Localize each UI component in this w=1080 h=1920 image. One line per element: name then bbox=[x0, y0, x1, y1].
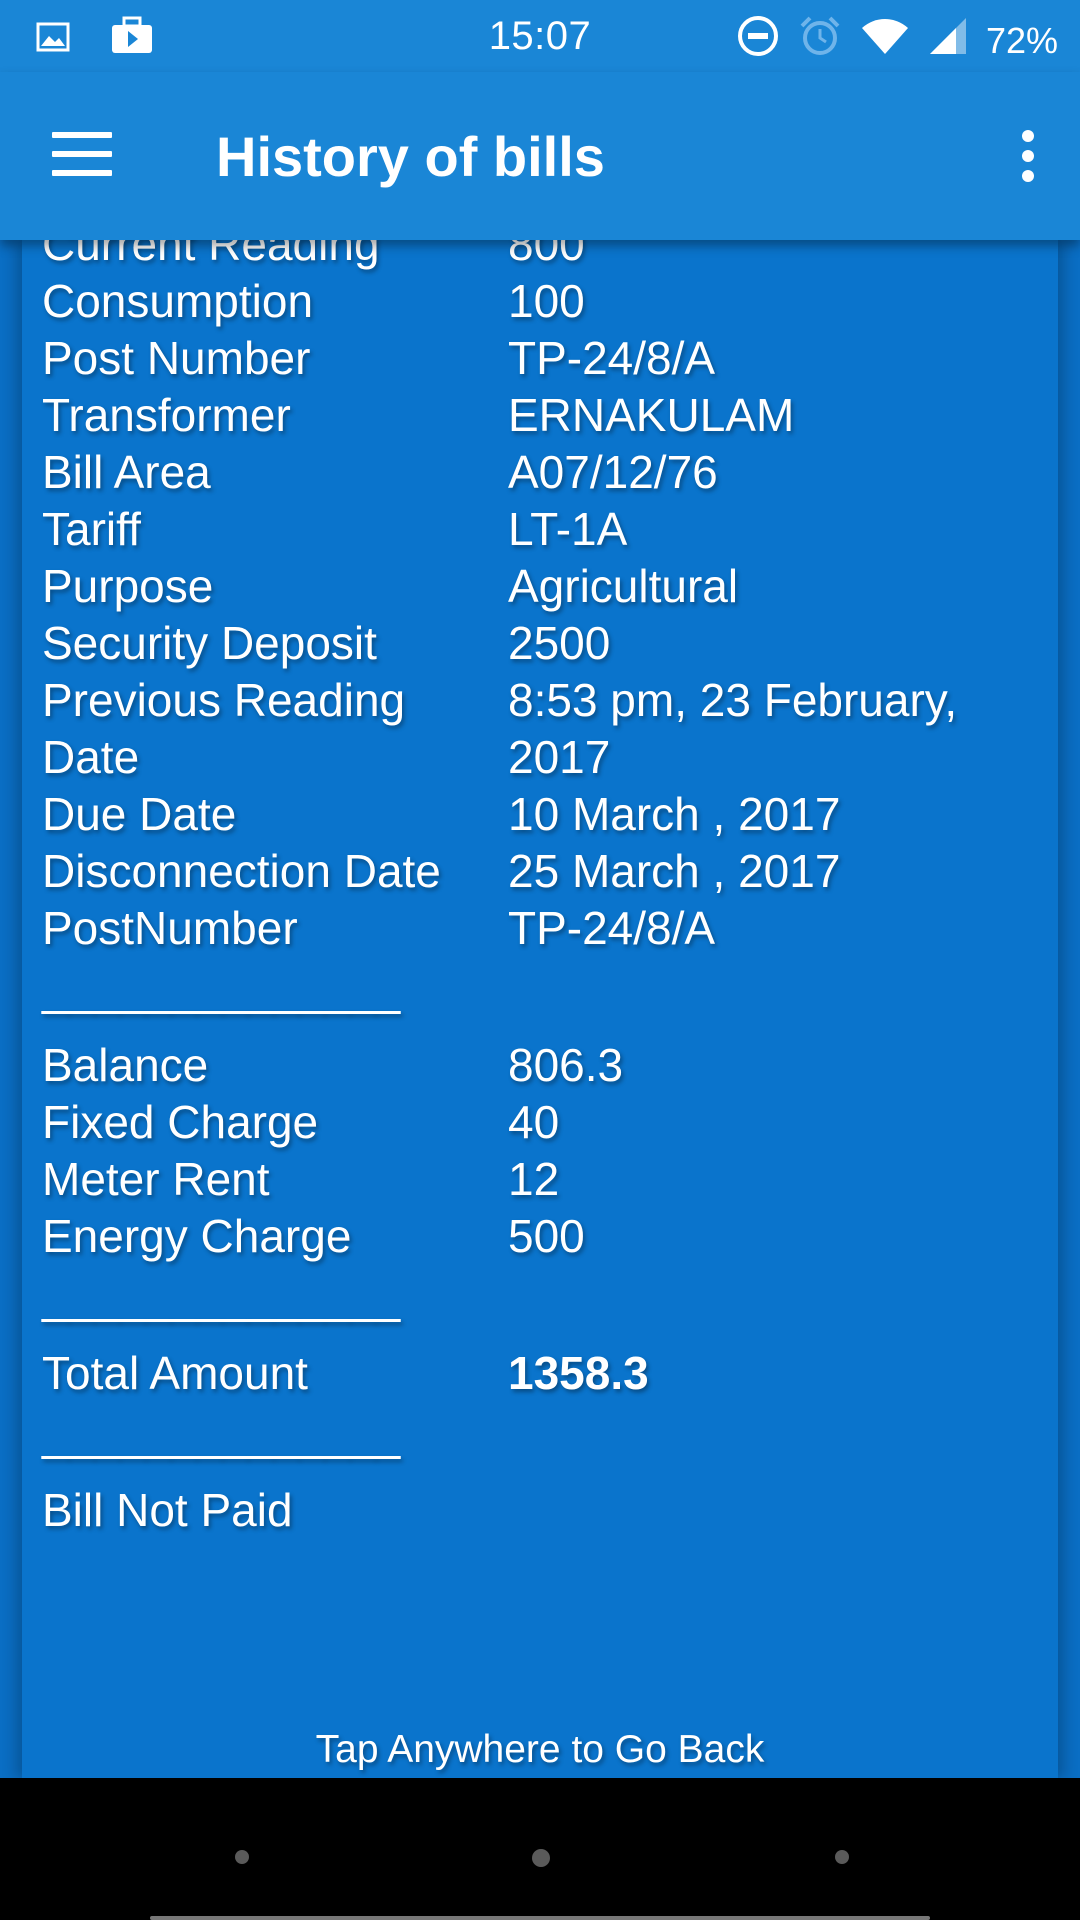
detail-value: LT-1A bbox=[508, 503, 628, 555]
separator-line: ______________ bbox=[42, 1271, 401, 1323]
detail-row-consumption: Consumption 100 bbox=[42, 273, 1042, 330]
charge-row-energy-charge: Energy Charge 500 bbox=[42, 1208, 1042, 1265]
charge-value: 12 bbox=[508, 1153, 560, 1205]
detail-label: Previous Reading Date bbox=[42, 674, 406, 783]
page-title: History of bills bbox=[216, 125, 605, 188]
detail-label: Bill Area bbox=[42, 446, 211, 498]
app-bar: History of bills bbox=[0, 72, 1080, 240]
detail-value: 10 March , 2017 bbox=[508, 788, 841, 840]
hamburger-menu-icon[interactable] bbox=[52, 132, 112, 176]
nav-home-button[interactable] bbox=[532, 1849, 550, 1867]
detail-label: Current Reading bbox=[42, 240, 380, 270]
detail-value: 8:53 pm, 23 February, 2017 bbox=[508, 674, 958, 783]
battery-level: 72% bbox=[985, 19, 1058, 61]
detail-value: TP-24/8/A bbox=[508, 332, 716, 384]
charge-row-fixed-charge: Fixed Charge 40 bbox=[42, 1094, 1042, 1151]
detail-label: PostNumber bbox=[42, 902, 298, 954]
separator-line: ______________ bbox=[42, 963, 401, 1015]
bill-details-panel[interactable]: Current Reading 800 Consumption 100 Post… bbox=[22, 240, 1058, 1778]
detail-value: 2500 bbox=[508, 617, 611, 669]
detail-row-purpose: Purpose Agricultural bbox=[42, 558, 1042, 615]
detail-row-disconnection-date: Disconnection Date 25 March , 2017 bbox=[42, 843, 1042, 900]
nav-back-button[interactable] bbox=[235, 1850, 249, 1864]
detail-label: Post Number bbox=[42, 332, 311, 384]
status-bar: 15:07 72% bbox=[0, 0, 1080, 72]
do-not-disturb-icon bbox=[736, 14, 780, 67]
detail-value: TP-24/8/A bbox=[508, 902, 716, 954]
nav-gesture-line bbox=[150, 1916, 930, 1920]
charge-label: Meter Rent bbox=[42, 1153, 270, 1205]
detail-row-current-reading: Current Reading 800 bbox=[42, 240, 1042, 273]
charge-value: 806.3 bbox=[508, 1039, 624, 1091]
detail-value: 800 bbox=[508, 240, 585, 270]
charge-value: 40 bbox=[508, 1096, 560, 1148]
detail-row-previous-reading-date: Previous Reading Date 8:53 pm, 23 Februa… bbox=[42, 672, 1042, 786]
detail-label: Consumption bbox=[42, 275, 314, 327]
detail-row-security-deposit: Security Deposit 2500 bbox=[42, 615, 1042, 672]
detail-row-transformer: Transformer ERNAKULAM bbox=[42, 387, 1042, 444]
bill-status: Bill Not Paid bbox=[42, 1484, 293, 1536]
charge-label: Energy Charge bbox=[42, 1210, 352, 1262]
detail-label: Tariff bbox=[42, 503, 141, 555]
charge-label: Fixed Charge bbox=[42, 1096, 319, 1148]
detail-label: Purpose bbox=[42, 560, 214, 612]
detail-label: Disconnection Date bbox=[42, 845, 441, 897]
signal-icon bbox=[928, 16, 968, 65]
charge-label: Balance bbox=[42, 1039, 209, 1091]
system-nav-bar bbox=[0, 1778, 1080, 1920]
detail-row-tariff: Tariff LT-1A bbox=[42, 501, 1042, 558]
detail-label: Security Deposit bbox=[42, 617, 377, 669]
charge-row-meter-rent: Meter Rent 12 bbox=[42, 1151, 1042, 1208]
alarm-icon bbox=[798, 14, 842, 67]
detail-label: Due Date bbox=[42, 788, 237, 840]
detail-row-bill-area: Bill Area A07/12/76 bbox=[42, 444, 1042, 501]
bill-details-list: Current Reading 800 Consumption 100 Post… bbox=[42, 240, 1042, 1539]
detail-value: 25 March , 2017 bbox=[508, 845, 841, 897]
wifi-icon bbox=[860, 16, 910, 65]
separator-line: ______________ bbox=[42, 1408, 401, 1460]
tap-to-go-back-hint[interactable]: Tap Anywhere to Go Back bbox=[22, 1728, 1058, 1772]
charge-row-balance: Balance 806.3 bbox=[42, 1037, 1042, 1094]
detail-value: 100 bbox=[508, 275, 585, 327]
more-vert-icon[interactable] bbox=[1018, 130, 1038, 186]
nav-recents-button[interactable] bbox=[835, 1850, 849, 1864]
detail-value: ERNAKULAM bbox=[508, 389, 795, 441]
charge-value: 500 bbox=[508, 1210, 585, 1262]
detail-value: Agricultural bbox=[508, 560, 739, 612]
total-label: Total Amount bbox=[42, 1347, 308, 1399]
detail-label: Transformer bbox=[42, 389, 291, 441]
detail-row-postnumber: PostNumber TP-24/8/A bbox=[42, 900, 1042, 957]
detail-row-due-date: Due Date 10 March , 2017 bbox=[42, 786, 1042, 843]
total-amount-row: Total Amount 1358.3 bbox=[42, 1345, 1042, 1402]
detail-value: A07/12/76 bbox=[508, 446, 718, 498]
detail-row-post-number: Post Number TP-24/8/A bbox=[42, 330, 1042, 387]
total-value: 1358.3 bbox=[508, 1347, 649, 1399]
